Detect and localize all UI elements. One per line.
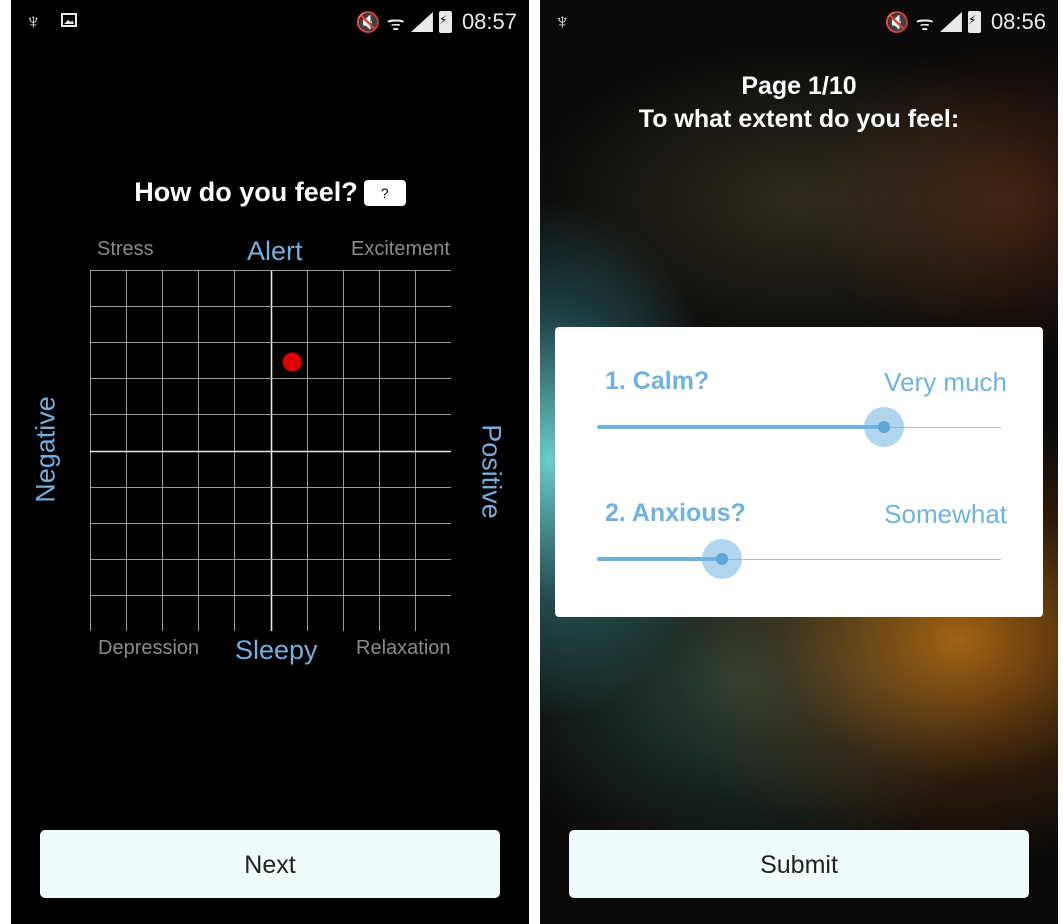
- wifi-icon: ᯤ: [386, 12, 405, 35]
- axis-label-positive: Positive: [476, 424, 507, 519]
- slider-fill: [597, 425, 884, 429]
- corner-label-excitement: Excitement: [351, 238, 450, 260]
- anxious-slider[interactable]: [597, 539, 1001, 579]
- mood-grid[interactable]: [90, 270, 451, 631]
- mute-icon: 🔇: [884, 11, 910, 34]
- mood-marker[interactable]: [282, 352, 302, 372]
- mute-icon: 🔇: [355, 11, 381, 34]
- axis-label-negative: Negative: [30, 396, 61, 503]
- clock: 08:56: [990, 9, 1046, 34]
- battery-icon: [967, 11, 981, 33]
- calm-slider[interactable]: [597, 407, 1001, 447]
- axis-label-alert: Alert: [247, 236, 303, 266]
- page-indicator: Page 1/10: [741, 72, 857, 100]
- question-prompt: To what extent do you feel:: [638, 105, 960, 133]
- next-button[interactable]: Next: [40, 830, 500, 898]
- clock: 08:57: [461, 9, 517, 34]
- status-bar: ♆ 🔇 ᯤ 08:57: [11, 0, 529, 44]
- slider-thumb[interactable]: [702, 539, 743, 579]
- signal-icon: [939, 12, 962, 32]
- question-card: 1. Calm? Very much 2. Anxious? Somewhat: [555, 327, 1043, 617]
- page-header: Page 1/10 To what extent do you feel:: [540, 70, 1058, 136]
- usb-icon: ♆: [554, 9, 571, 34]
- page-title: How do you feel??: [11, 177, 529, 208]
- help-button[interactable]: ?: [363, 180, 406, 206]
- status-bar: ♆ 🔇 ᯤ 08:56: [540, 0, 1058, 44]
- signal-icon: [410, 12, 433, 32]
- corner-label-stress: Stress: [97, 238, 154, 260]
- slider-thumb[interactable]: [863, 407, 904, 447]
- question-label-calm: 1. Calm?: [605, 367, 710, 395]
- image-notification-icon: [61, 13, 77, 27]
- wifi-icon: ᯤ: [915, 12, 934, 35]
- submit-button[interactable]: Submit: [569, 830, 1029, 898]
- questionnaire-screen: ♆ 🔇 ᯤ 08:56 Page 1/10 To what extent do …: [540, 0, 1058, 924]
- answer-label-calm: Very much: [884, 367, 1007, 397]
- axis-label-sleepy: Sleepy: [235, 635, 318, 665]
- battery-icon: [438, 11, 452, 33]
- question-label-anxious: 2. Anxious?: [605, 499, 746, 527]
- mood-grid-screen: ♆ 🔇 ᯤ 08:57 How do you feel?? Stress Exc…: [11, 0, 529, 924]
- usb-icon: ♆: [25, 9, 42, 34]
- corner-label-relaxation: Relaxation: [356, 637, 451, 659]
- corner-label-depression: Depression: [98, 637, 200, 659]
- answer-label-anxious: Somewhat: [884, 499, 1007, 529]
